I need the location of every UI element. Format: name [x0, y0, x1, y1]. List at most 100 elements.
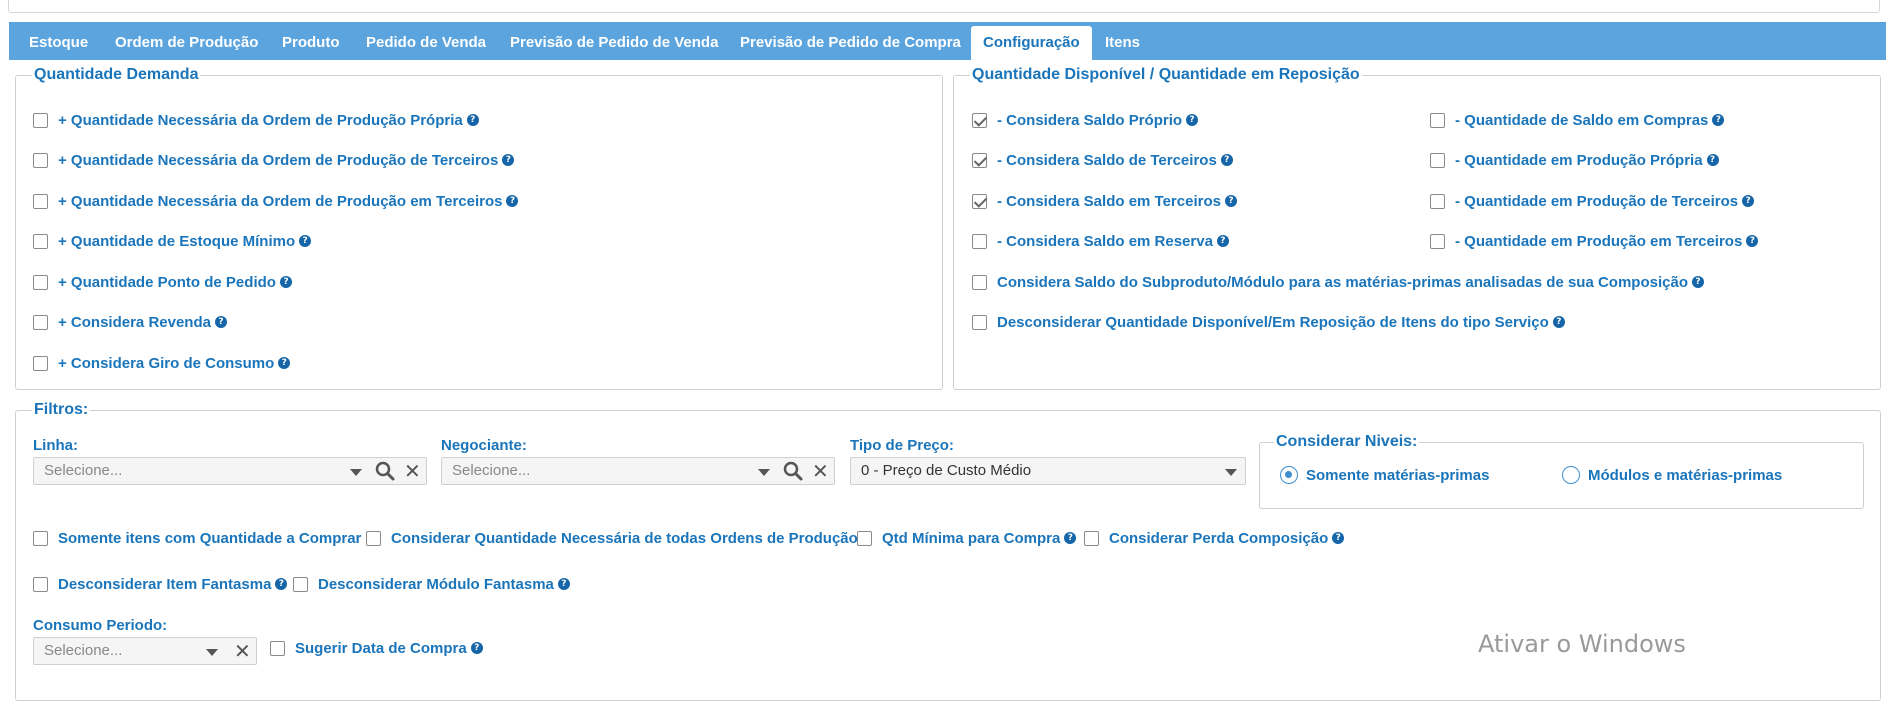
clear-icon[interactable]: ✕: [812, 458, 829, 484]
filtro-opcao[interactable]: Qtd Mínima para Compra?: [857, 528, 1077, 548]
checkbox[interactable]: [366, 530, 381, 546]
checkbox[interactable]: [33, 576, 48, 592]
help-icon[interactable]: ?: [1742, 195, 1755, 207]
search-icon[interactable]: [782, 460, 804, 482]
help-icon[interactable]: ?: [1706, 154, 1719, 166]
filtro-opcao[interactable]: Desconsiderar Módulo Fantasma?: [293, 574, 570, 594]
disponivel-item[interactable]: - Considera Saldo em Reserva?: [972, 231, 1229, 251]
tab-ordem-producao[interactable]: Ordem de Produção: [115, 26, 258, 60]
help-icon[interactable]: ?: [502, 154, 515, 166]
filtro-opcao[interactable]: Considerar Quantidade Necessária de toda…: [366, 528, 858, 548]
help-icon[interactable]: ?: [1224, 195, 1237, 207]
demanda-item[interactable]: + Quantidade Necessária da Ordem de Prod…: [33, 110, 479, 130]
checkbox[interactable]: [972, 274, 987, 290]
sugerir-data-compra[interactable]: Sugerir Data de Compra?: [270, 638, 483, 658]
help-icon[interactable]: ?: [1220, 154, 1233, 166]
chevron-down-icon[interactable]: [1225, 469, 1237, 476]
disponivel-item[interactable]: - Considera Saldo de Terceiros?: [972, 150, 1233, 170]
help-icon[interactable]: ?: [275, 578, 288, 590]
checkbox[interactable]: [972, 233, 987, 249]
help-icon[interactable]: ?: [470, 642, 483, 654]
help-icon[interactable]: ?: [1712, 114, 1725, 126]
help-icon[interactable]: ?: [506, 195, 519, 207]
help-icon[interactable]: ?: [1064, 532, 1077, 544]
tab-previsao-pedido-compra[interactable]: Previsão de Pedido de Compra: [740, 26, 961, 60]
help-icon[interactable]: ?: [1692, 276, 1704, 288]
top-panel: [8, 0, 1880, 13]
disponivel-item[interactable]: - Considera Saldo em Terceiros?: [972, 191, 1237, 211]
clear-icon[interactable]: ✕: [404, 458, 421, 484]
disponivel-item[interactable]: - Quantidade em Produção Própria?: [1430, 150, 1719, 170]
radio-modulos-materias[interactable]: Módulos e matérias-primas: [1562, 465, 1782, 485]
help-icon[interactable]: ?: [214, 316, 227, 328]
checkbox[interactable]: [33, 152, 48, 168]
demanda-item[interactable]: + Quantidade de Estoque Mínimo?: [33, 231, 312, 251]
radio-somente-materias[interactable]: Somente matérias-primas: [1280, 465, 1489, 485]
disponivel-item[interactable]: Desconsiderar Quantidade Disponível/Em R…: [972, 312, 1565, 332]
checkbox[interactable]: [857, 530, 872, 546]
checkbox[interactable]: [33, 314, 48, 330]
checkbox[interactable]: [1430, 152, 1445, 168]
checkbox[interactable]: [1430, 112, 1445, 128]
negociante-label: Negociante:: [441, 437, 527, 454]
demanda-item[interactable]: + Considera Giro de Consumo?: [33, 353, 291, 373]
disponivel-item[interactable]: - Quantidade em Produção de Terceiros?: [1430, 191, 1755, 211]
tab-configuracao[interactable]: Configuração: [971, 26, 1092, 60]
tab-itens[interactable]: Itens: [1105, 26, 1140, 60]
demanda-item[interactable]: + Quantidade Ponto de Pedido?: [33, 272, 292, 292]
linha-select[interactable]: Selecione... ✕: [33, 457, 427, 485]
demanda-item[interactable]: + Considera Revenda?: [33, 312, 227, 332]
filtro-opcao[interactable]: Desconsiderar Item Fantasma?: [33, 574, 288, 594]
clear-icon[interactable]: ✕: [234, 638, 251, 664]
negociante-select[interactable]: Selecione... ✕: [441, 457, 835, 485]
disponivel-item[interactable]: - Quantidade em Produção em Terceiros?: [1430, 231, 1759, 251]
tab-pedido-venda[interactable]: Pedido de Venda: [366, 26, 486, 60]
checkbox[interactable]: [33, 274, 48, 290]
checkbox[interactable]: [33, 233, 48, 249]
search-icon[interactable]: [374, 460, 396, 482]
checkbox[interactable]: [270, 640, 285, 656]
filtro-opcao[interactable]: Somente itens com Quantidade a Comprar: [33, 528, 361, 548]
help-icon[interactable]: ?: [1746, 235, 1759, 247]
help-icon[interactable]: ?: [279, 276, 292, 288]
chevron-down-icon[interactable]: [758, 469, 770, 476]
chevron-down-icon[interactable]: [206, 649, 218, 656]
checkbox[interactable]: [293, 576, 308, 592]
help-icon[interactable]: ?: [299, 235, 312, 247]
help-icon[interactable]: ?: [1332, 532, 1345, 544]
help-icon[interactable]: ?: [278, 357, 291, 369]
help-icon[interactable]: ?: [1186, 114, 1199, 126]
checkbox[interactable]: [33, 530, 48, 546]
help-icon[interactable]: ?: [557, 578, 570, 590]
checkbox[interactable]: [972, 314, 987, 330]
niveis-title: Considerar Niveis:: [1276, 433, 1418, 450]
checkbox[interactable]: [1430, 193, 1445, 209]
checkbox[interactable]: [33, 355, 48, 371]
tab-previsao-pedido-venda[interactable]: Previsão de Pedido de Venda: [510, 26, 718, 60]
disponivel-item[interactable]: - Considera Saldo Próprio?: [972, 110, 1199, 130]
tab-produto[interactable]: Produto: [282, 26, 340, 60]
demanda-item[interactable]: + Quantidade Necessária da Ordem de Prod…: [33, 191, 519, 211]
demanda-title: Quantidade Demanda: [34, 66, 199, 83]
tipo-preco-select[interactable]: 0 - Preço de Custo Médio: [850, 457, 1246, 485]
disponivel-item[interactable]: Considera Saldo do Subproduto/Módulo par…: [972, 272, 1704, 292]
checkbox-checked[interactable]: [972, 152, 987, 168]
checkbox[interactable]: [33, 112, 48, 128]
radio-button[interactable]: [1562, 466, 1580, 484]
demanda-item[interactable]: + Quantidade Necessária da Ordem de Prod…: [33, 150, 515, 170]
help-icon[interactable]: ?: [466, 114, 479, 126]
checkbox[interactable]: [1430, 233, 1445, 249]
checkbox[interactable]: [1084, 530, 1099, 546]
help-icon[interactable]: ?: [1552, 316, 1565, 328]
help-icon[interactable]: ?: [1216, 235, 1229, 247]
checkbox-checked[interactable]: [972, 112, 987, 128]
disponivel-title: Quantidade Disponível / Quantidade em Re…: [972, 66, 1360, 83]
filtros-title: Filtros:: [34, 401, 89, 418]
filtro-opcao[interactable]: Considerar Perda Composição?: [1084, 528, 1345, 548]
disponivel-item[interactable]: - Quantidade de Saldo em Compras?: [1430, 110, 1725, 130]
checkbox-checked[interactable]: [972, 193, 987, 209]
tab-estoque[interactable]: Estoque: [29, 26, 88, 60]
radio-button-selected[interactable]: [1280, 466, 1298, 484]
chevron-down-icon[interactable]: [350, 469, 362, 476]
checkbox[interactable]: [33, 193, 48, 209]
